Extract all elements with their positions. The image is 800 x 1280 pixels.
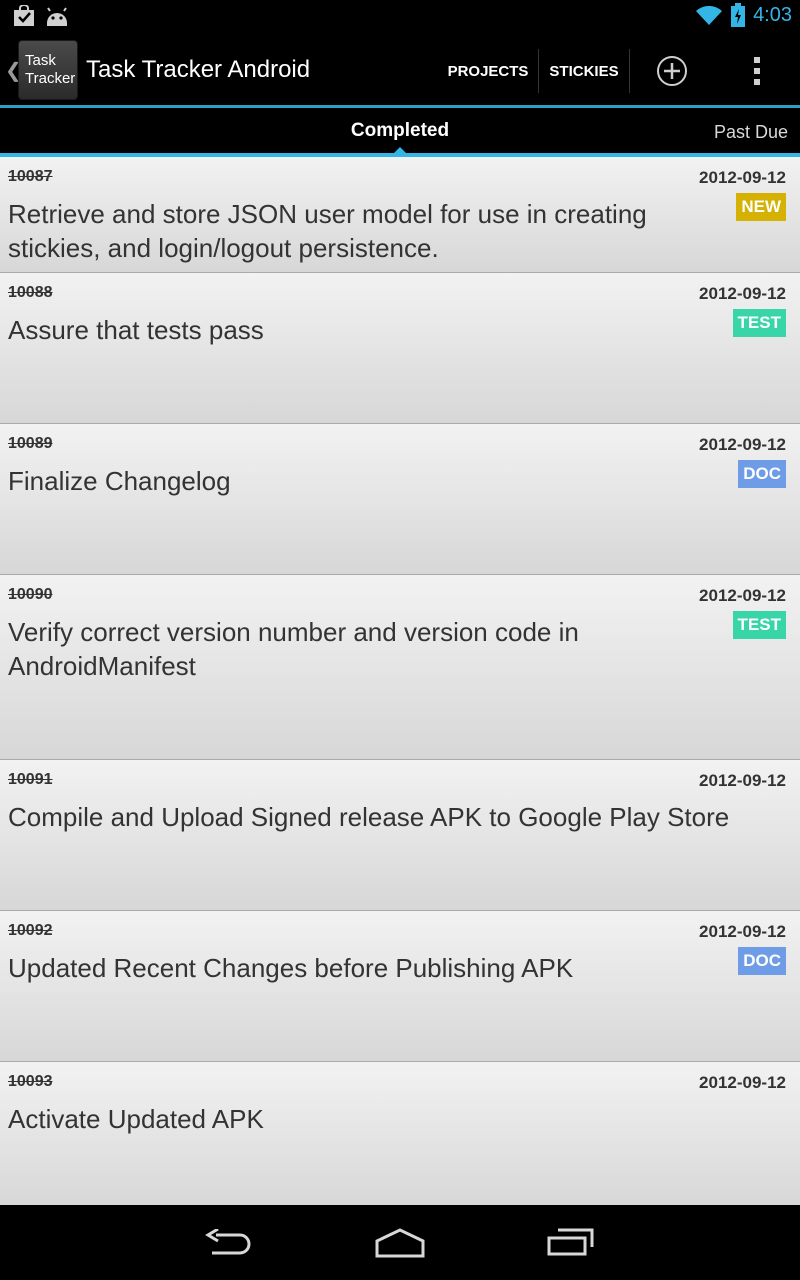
overflow-menu-icon[interactable] [752,55,762,87]
app-icon-label-line1: Task [25,52,56,69]
back-icon[interactable] [204,1229,254,1259]
task-title: Updated Recent Changes before Publishing… [8,953,574,983]
task-row[interactable]: 10092 2012-09-12 Updated Recent Changes … [0,911,800,1062]
stickies-button[interactable]: STICKIES [540,49,628,93]
task-id: 10092 [8,922,53,939]
app-icon-label-line2: Tracker [25,70,76,87]
action-bar-divider [629,49,630,93]
task-title: Compile and Upload Signed release APK to… [8,802,730,832]
wifi-icon [696,5,723,26]
task-row[interactable]: 10090 2012-09-12 Verify correct version … [0,575,800,760]
task-title: Retrieve and store JSON user model for u… [8,199,647,263]
task-badge: TEST [732,309,786,337]
task-date: 2012-09-12 [699,586,786,605]
status-bar: 4:03 [0,0,800,33]
android-robot-icon [47,7,67,26]
task-id: 10093 [8,1073,53,1090]
task-badge: NEW [736,193,786,221]
projects-button[interactable]: PROJECTS [440,49,536,93]
home-icon[interactable] [374,1227,426,1259]
task-row[interactable]: 10088 2012-09-12 Assure that tests pass … [0,273,800,424]
task-date: 2012-09-12 [699,168,786,187]
shopping-bag-check-icon [14,5,34,26]
task-title: Activate Updated APK [8,1104,264,1134]
app-title: Task Tracker Android [86,56,311,83]
task-date: 2012-09-12 [699,771,786,790]
add-circle-icon[interactable] [656,55,688,87]
task-row[interactable]: 10091 2012-09-12 Compile and Upload Sign… [0,760,800,911]
recent-apps-icon[interactable] [546,1227,596,1257]
task-row[interactable]: 10087 2012-09-12 Retrieve and store JSON… [0,157,800,273]
app-icon[interactable]: Task Tracker [18,40,78,100]
task-id: 10088 [8,284,53,301]
task-title: Finalize Changelog [8,466,231,496]
task-badge: DOC [738,947,786,975]
task-id: 10089 [8,435,53,452]
task-date: 2012-09-12 [699,922,786,941]
battery-charging-icon [731,3,746,27]
navigation-bar [0,1205,800,1280]
task-list[interactable]: 10087 2012-09-12 Retrieve and store JSON… [0,157,800,1205]
task-badge: DOC [738,460,786,488]
task-badge: TEST [732,611,786,639]
tab-completed[interactable]: Completed [300,120,500,142]
task-row[interactable]: 10093 2012-09-12 Activate Updated APK [0,1062,800,1205]
task-id: 10091 [8,771,53,788]
tab-past-due[interactable]: Past Due [714,122,788,143]
task-title: Verify correct version number and versio… [8,617,579,681]
task-date: 2012-09-12 [699,284,786,303]
status-time: 4:03 [753,3,792,26]
task-row[interactable]: 10089 2012-09-12 Finalize Changelog DOC [0,424,800,575]
task-date: 2012-09-12 [699,1073,786,1092]
action-bar-divider [538,49,539,93]
task-title: Assure that tests pass [8,315,264,345]
task-id: 10090 [8,586,53,603]
task-id: 10087 [8,168,53,185]
task-date: 2012-09-12 [699,435,786,454]
